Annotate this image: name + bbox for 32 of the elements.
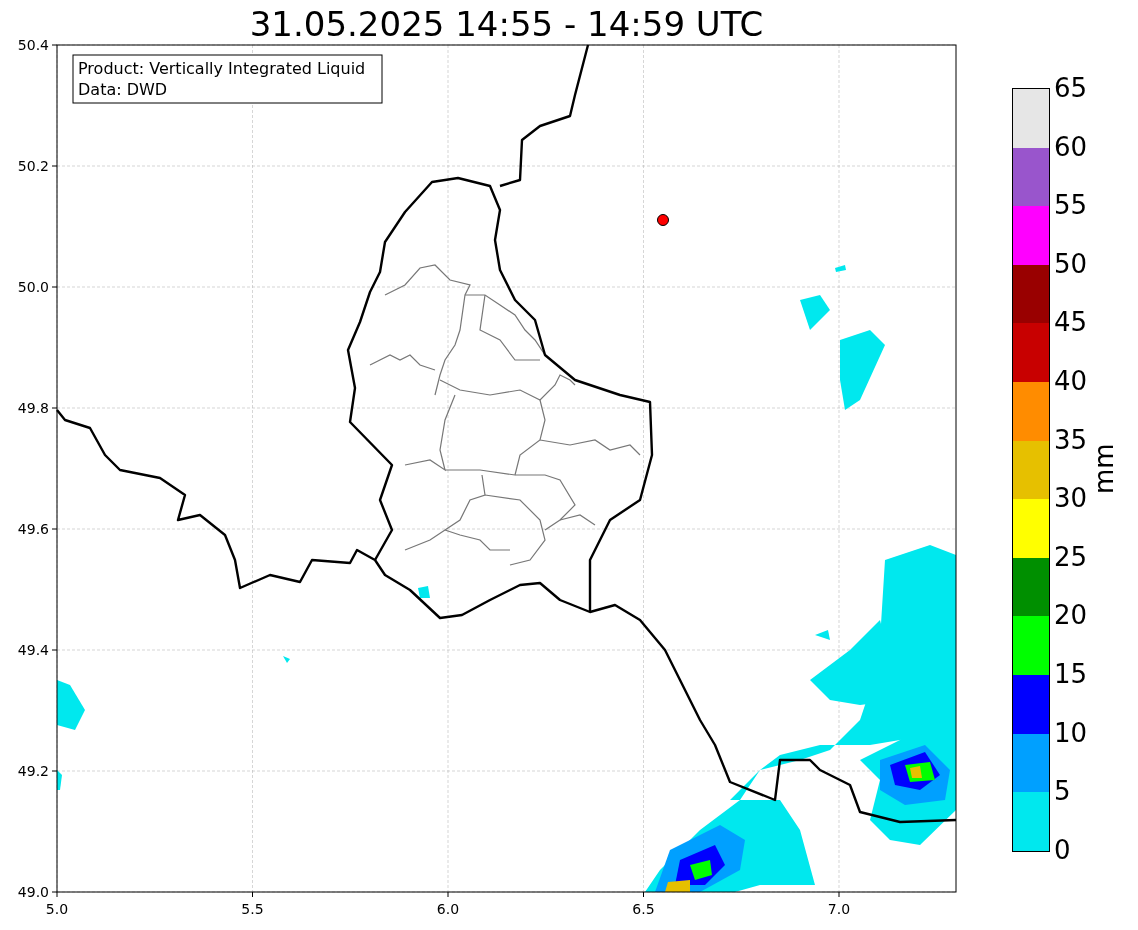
colorbar-tick-label: 40 xyxy=(1054,366,1088,397)
colorbar-tick-label: 20 xyxy=(1054,600,1088,631)
colorbar-unit-label: mm xyxy=(1088,444,1121,494)
colorbar-tick-label: 15 xyxy=(1054,659,1088,690)
longitude-label: 7.0 xyxy=(827,901,851,917)
legend-text: Data: DWD xyxy=(78,80,168,99)
colorbar-tick-label: 25 xyxy=(1054,541,1088,572)
colorbar-tick-label: 50 xyxy=(1054,248,1088,279)
latitude-label: 49.0 xyxy=(17,884,49,900)
legend-text: Product: Vertically Integrated Liquid xyxy=(78,59,366,78)
latitude-label: 50.0 xyxy=(17,279,49,295)
latitude-label: 50.4 xyxy=(17,37,49,53)
map-title: 31.05.2025 14:55 - 14:59 UTC xyxy=(249,4,764,44)
colorbar-tick-label: 30 xyxy=(1054,483,1088,514)
latitude-label: 49.8 xyxy=(17,400,49,416)
latitude-label: 49.6 xyxy=(17,521,49,537)
longitude-label: 5.0 xyxy=(45,901,69,917)
longitude-label: 6.5 xyxy=(632,901,655,917)
colorbar-tick-label: 65 xyxy=(1054,73,1088,103)
colorbar-tick-label: 0 xyxy=(1054,834,1072,865)
latitude-label: 49.2 xyxy=(17,763,49,779)
colorbar-tick-label: 60 xyxy=(1054,131,1088,162)
longitude-label: 6.0 xyxy=(436,901,460,917)
latitude-label: 49.4 xyxy=(17,642,49,658)
longitude-label: 5.5 xyxy=(241,901,264,917)
latitude-label: 50.2 xyxy=(17,158,49,174)
colorbar-tick-label: 45 xyxy=(1054,307,1088,338)
colorbar-tick-label: 10 xyxy=(1054,717,1088,748)
colorbar-tick-label: 55 xyxy=(1054,190,1088,221)
colorbar-tick-label: 5 xyxy=(1054,776,1072,807)
location-marker xyxy=(657,214,669,226)
colorbar-tick-label: 35 xyxy=(1054,424,1088,455)
